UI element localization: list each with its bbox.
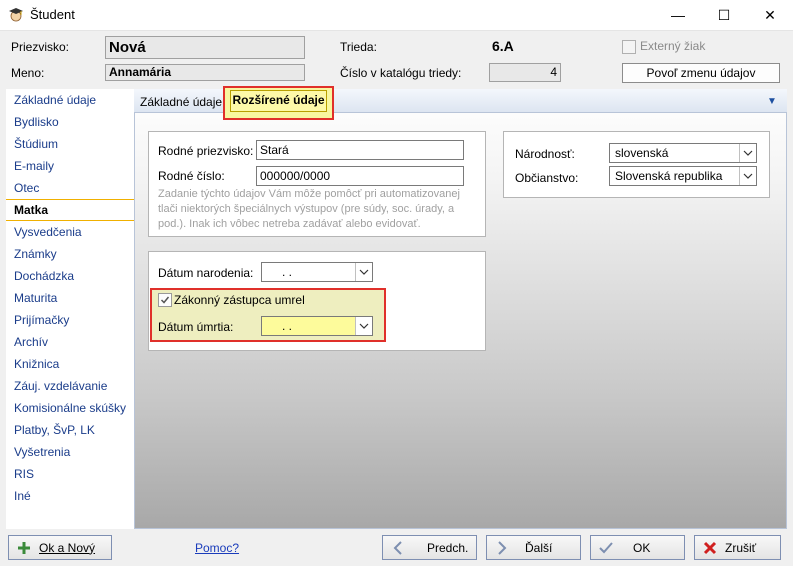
plus-icon xyxy=(15,539,33,557)
birth-number-label: Rodné číslo: xyxy=(158,169,225,183)
surname-label: Priezvisko: xyxy=(11,40,70,54)
checkmark-icon xyxy=(160,296,170,304)
allow-change-button[interactable]: Povoľ zmenu údajov xyxy=(622,63,780,83)
sidebar-item-emaily[interactable]: E-maily xyxy=(6,156,134,176)
birth-number-input[interactable]: 000000/0000 xyxy=(256,166,464,186)
student-icon xyxy=(8,6,24,22)
sidebar-item-ris[interactable]: RIS xyxy=(6,464,134,484)
sidebar-item-otec[interactable]: Otec xyxy=(6,178,134,198)
guardian-dead-checkbox[interactable] xyxy=(158,293,172,307)
sidebar-item-zakladne-udaje[interactable]: Základné údaje xyxy=(6,90,134,110)
sidebar-item-znamky[interactable]: Známky xyxy=(6,244,134,264)
name-field[interactable]: Annamária xyxy=(105,64,305,81)
sidebar-item-kniznica[interactable]: Knižnica xyxy=(6,354,134,374)
prev-button[interactable]: Predch. xyxy=(382,535,477,560)
window-title: Študent xyxy=(30,7,75,22)
checkmark-icon xyxy=(597,539,615,557)
sidebar-item-ine[interactable]: Iné xyxy=(6,486,134,506)
ok-label: OK xyxy=(633,540,651,555)
sidebar-item-maturita[interactable]: Maturita xyxy=(6,288,134,308)
tab-rozsirene-udaje[interactable]: Rozšírené údaje xyxy=(230,90,327,112)
external-label: Externý žiak xyxy=(640,39,706,53)
ok-new-button[interactable]: Ok a Nový xyxy=(8,535,112,560)
guardian-dead-label: Zákonný zástupca umrel xyxy=(174,293,305,307)
ok-new-label: Ok a Nový xyxy=(39,540,96,555)
next-label: Ďalší xyxy=(525,540,553,555)
sidebar-item-studium[interactable]: Štúdium xyxy=(6,134,134,154)
sidebar: Základné údaje Bydlisko Štúdium E-maily … xyxy=(6,89,134,529)
tab-rozsirene-udaje-highlight[interactable]: Rozšírené údaje xyxy=(223,86,334,120)
name-label: Meno: xyxy=(11,66,45,80)
birth-surname-input[interactable]: Stará xyxy=(256,140,464,160)
nationality-label: Národnosť: xyxy=(515,147,575,161)
sidebar-item-bydlisko[interactable]: Bydlisko xyxy=(6,112,134,132)
sidebar-item-dochadzka[interactable]: Dochádzka xyxy=(6,266,134,286)
birth-surname-label: Rodné priezvisko: xyxy=(158,144,254,158)
maximize-button[interactable]: ☐ xyxy=(701,0,747,30)
external-checkbox[interactable] xyxy=(622,40,636,54)
sidebar-item-archiv[interactable]: Archív xyxy=(6,332,134,352)
ok-button[interactable]: OK xyxy=(590,535,685,560)
sidebar-item-platby[interactable]: Platby, ŠvP, LK xyxy=(6,420,134,440)
citizenship-select[interactable]: Slovenská republika xyxy=(609,166,757,186)
tab-zakladne-udaje[interactable]: Základné údaje xyxy=(140,95,222,109)
chevron-down-icon[interactable]: ▼ xyxy=(767,96,777,107)
cancel-label: Zrušiť xyxy=(725,540,757,555)
class-value: 6.A xyxy=(492,38,514,54)
hint-text: Zadanie týchto údajov Vám môže pomôcť pr… xyxy=(158,188,460,230)
close-button[interactable]: ✕ xyxy=(747,0,793,30)
chevron-left-icon xyxy=(389,539,407,557)
sidebar-item-prijimacky[interactable]: Prijímačky xyxy=(6,310,134,330)
citizenship-label: Občianstvo: xyxy=(515,171,579,185)
cancel-button[interactable]: Zrušiť xyxy=(694,535,781,560)
sidebar-item-komisionalne-skusky[interactable]: Komisionálne skúšky xyxy=(6,398,134,418)
sidebar-item-vysvedcenia[interactable]: Vysvedčenia xyxy=(6,222,134,242)
death-date-value: . . xyxy=(282,319,293,333)
surname-field[interactable]: Nová xyxy=(105,36,305,59)
birth-date-picker[interactable]: . . xyxy=(261,262,373,282)
class-label: Trieda: xyxy=(340,40,377,54)
nationality-group xyxy=(503,131,770,198)
close-icon: ✕ xyxy=(764,6,776,23)
birth-date-label: Dátum narodenia: xyxy=(158,266,254,280)
nationality-select[interactable]: slovenská xyxy=(609,143,757,163)
sidebar-item-matka[interactable]: Matka xyxy=(6,199,134,221)
chevron-down-icon xyxy=(355,317,372,335)
sidebar-item-zauj-vzdelavanie[interactable]: Záuj. vzdelávanie xyxy=(6,376,134,396)
chevron-down-icon xyxy=(739,167,756,185)
birth-date-value: . . xyxy=(282,265,293,279)
death-date-label: Dátum úmrtia: xyxy=(158,320,234,334)
sidebar-item-vysetrenia[interactable]: Vyšetrenia xyxy=(6,442,134,462)
chevron-down-icon xyxy=(739,144,756,162)
prev-label: Predch. xyxy=(427,540,469,555)
minimize-button[interactable]: — xyxy=(655,0,701,30)
death-date-picker[interactable]: . . xyxy=(261,316,373,336)
chevron-down-icon xyxy=(355,263,372,281)
minimize-icon: — xyxy=(671,7,685,23)
chevron-right-icon xyxy=(493,539,511,557)
next-button[interactable]: Ďalší xyxy=(486,535,581,560)
catalog-field[interactable]: 4 xyxy=(489,63,561,82)
maximize-icon: ☐ xyxy=(717,6,731,23)
nationality-value: slovenská xyxy=(615,146,669,160)
catalog-label: Číslo v katalógu triedy: xyxy=(340,66,462,80)
citizenship-value: Slovenská republika xyxy=(615,169,723,183)
close-icon xyxy=(701,539,719,557)
help-link[interactable]: Pomoc? xyxy=(195,541,239,555)
